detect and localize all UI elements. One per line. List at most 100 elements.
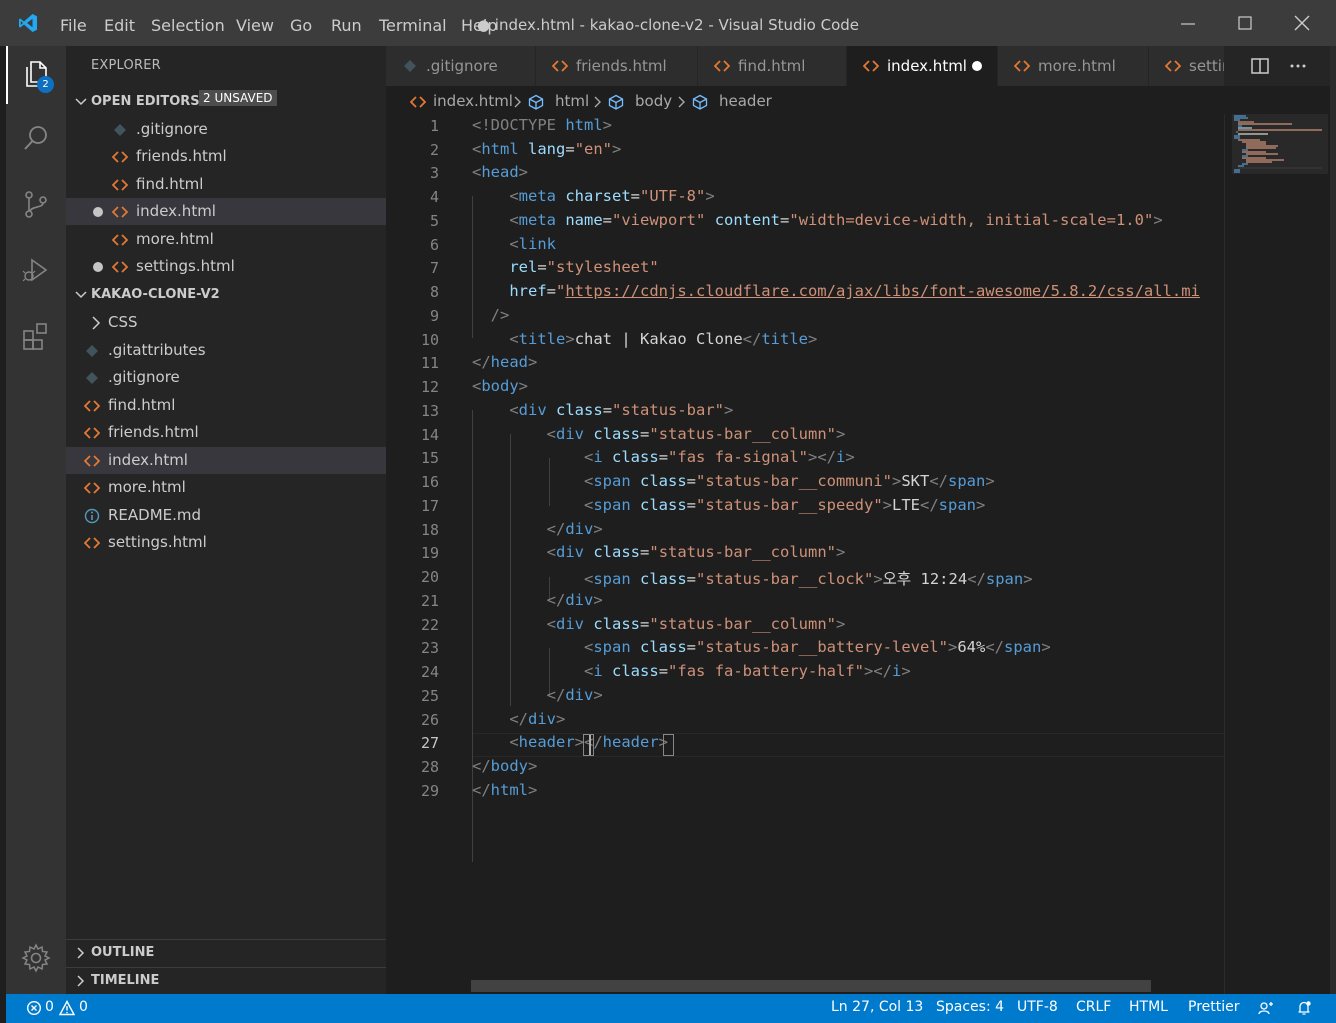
menu-go[interactable]: Go (290, 16, 312, 35)
line-ending[interactable]: CRLF (1076, 999, 1111, 1015)
code-line: </div> (546, 520, 603, 538)
encoding[interactable]: UTF-8 (1017, 999, 1058, 1015)
outline-header[interactable]: OUTLINE (66, 940, 386, 966)
tab-more[interactable]: more.html (998, 46, 1149, 86)
open-editor-item-index[interactable]: index.html (66, 198, 386, 225)
tree-file-more[interactable]: more.html (66, 474, 386, 501)
breadcrumb-file[interactable]: index.html (433, 92, 513, 110)
error-icon[interactable] (26, 1000, 42, 1016)
line-number[interactable]: 12 (386, 378, 439, 396)
explorer-badge: 2 (37, 76, 54, 93)
line-number[interactable]: 1 (386, 117, 439, 135)
open-editor-item-more[interactable]: more.html (66, 226, 386, 253)
line-number[interactable]: 28 (386, 758, 439, 776)
timeline-header[interactable]: TIMELINE (66, 968, 386, 994)
warning-icon[interactable] (59, 1000, 75, 1016)
line-number[interactable]: 9 (386, 307, 439, 325)
tree-file-index[interactable]: index.html (66, 447, 386, 474)
line-number[interactable]: 27 (386, 734, 439, 752)
maximize-icon[interactable] (1230, 10, 1260, 36)
menu-help[interactable]: Help (461, 16, 497, 35)
source-control-icon[interactable] (20, 188, 52, 220)
line-number[interactable]: 26 (386, 711, 439, 729)
extensions-icon[interactable] (20, 318, 52, 350)
tab-find[interactable]: find.html (698, 46, 847, 86)
line-number[interactable]: 18 (386, 521, 439, 539)
line-number[interactable]: 29 (386, 782, 439, 800)
settings-gear-icon[interactable] (20, 942, 52, 974)
breadcrumb-body[interactable]: body (635, 92, 672, 110)
sidebar-title: EXPLORER (91, 58, 161, 73)
line-number[interactable]: 10 (386, 331, 439, 349)
open-editor-item-find[interactable]: find.html (66, 171, 386, 198)
tree-file-friends[interactable]: friends.html (66, 419, 386, 446)
horizontal-scrollbar[interactable] (471, 980, 1151, 992)
line-number[interactable]: 14 (386, 426, 439, 444)
tree-folder-css[interactable]: CSS (66, 309, 386, 336)
minimap[interactable] (1232, 114, 1328, 184)
line-number[interactable]: 3 (386, 164, 439, 182)
open-editor-item-friends[interactable]: friends.html (66, 143, 386, 170)
feedback-icon[interactable] (1258, 1000, 1274, 1016)
modified-dot[interactable] (93, 262, 103, 272)
tab-modified-dot[interactable] (972, 61, 982, 71)
tree-file-find[interactable]: find.html (66, 392, 386, 419)
open-editor-item-settings[interactable]: settings.html (66, 253, 386, 280)
line-number[interactable]: 7 (386, 259, 439, 277)
line-number[interactable]: 23 (386, 639, 439, 657)
vertical-scrollbar[interactable] (1330, 46, 1336, 994)
menu-edit[interactable]: Edit (104, 16, 135, 35)
line-number[interactable]: 2 (386, 141, 439, 159)
line-number[interactable]: 8 (386, 283, 439, 301)
line-number[interactable]: 22 (386, 616, 439, 634)
open-editors-header[interactable]: OPEN EDITORS 2 UNSAVED (66, 89, 386, 115)
line-number[interactable]: 19 (386, 544, 439, 562)
menu-selection[interactable]: Selection (151, 16, 225, 35)
line-number[interactable]: 17 (386, 497, 439, 515)
breadcrumb-header[interactable]: header (719, 92, 772, 110)
open-editor-item-gitignore[interactable]: .gitignore (66, 116, 386, 143)
menu-run[interactable]: Run (331, 16, 362, 35)
code-line: rel="stylesheet" (509, 258, 659, 276)
menu-terminal[interactable]: Terminal (379, 16, 447, 35)
cursor-position[interactable]: Ln 27, Col 13 (831, 999, 923, 1015)
more-actions-icon[interactable] (1288, 56, 1308, 76)
tab-gitignore[interactable]: .gitignore (386, 46, 536, 86)
search-icon[interactable] (20, 122, 52, 154)
line-number[interactable]: 20 (386, 568, 439, 586)
line-number[interactable]: 6 (386, 236, 439, 254)
error-count[interactable]: 0 (45, 999, 54, 1015)
line-number[interactable]: 16 (386, 473, 439, 491)
language-mode[interactable]: HTML (1129, 999, 1168, 1015)
line-number[interactable]: 11 (386, 354, 439, 372)
tab-friends[interactable]: friends.html (536, 46, 698, 86)
project-header[interactable]: KAKAO-CLONE-V2 (66, 282, 386, 308)
tree-file-gitattributes[interactable]: .gitattributes (66, 337, 386, 364)
minimize-icon[interactable] (1173, 10, 1203, 36)
close-icon[interactable] (1287, 10, 1317, 36)
chevron-down-icon (75, 291, 87, 299)
warning-count[interactable]: 0 (79, 999, 88, 1015)
run-debug-icon[interactable] (20, 254, 52, 286)
tree-file-gitignore[interactable]: .gitignore (66, 364, 386, 391)
breadcrumb-html[interactable]: html (555, 92, 589, 110)
tree-file-readme[interactable]: README.md (66, 502, 386, 529)
tab-index[interactable]: index.html (847, 46, 998, 86)
line-number[interactable]: 21 (386, 592, 439, 610)
menu-view[interactable]: View (236, 16, 274, 35)
formatter[interactable]: Prettier (1188, 999, 1240, 1015)
tree-file-settings[interactable]: settings.html (66, 529, 386, 556)
line-number[interactable]: 25 (386, 687, 439, 705)
line-number[interactable]: 24 (386, 663, 439, 681)
link-url[interactable]: https://cdnjs.cloudflare.com/ajax/libs/f… (565, 282, 1200, 300)
line-number[interactable]: 5 (386, 212, 439, 230)
modified-dot[interactable] (93, 207, 103, 217)
indentation[interactable]: Spaces: 4 (936, 999, 1004, 1015)
menu-file[interactable]: File (60, 16, 87, 35)
notifications-bell-icon[interactable] (1296, 1000, 1312, 1016)
line-number[interactable]: 4 (386, 188, 439, 206)
split-editor-icon[interactable] (1250, 56, 1270, 76)
code-editor[interactable]: 1 2 3 4 5 6 7 8 9 10 11 12 13 14 15 16 17 18 19 20 21 22 23 24 2… (386, 114, 1336, 994)
line-number[interactable]: 15 (386, 449, 439, 467)
line-number[interactable]: 13 (386, 402, 439, 420)
